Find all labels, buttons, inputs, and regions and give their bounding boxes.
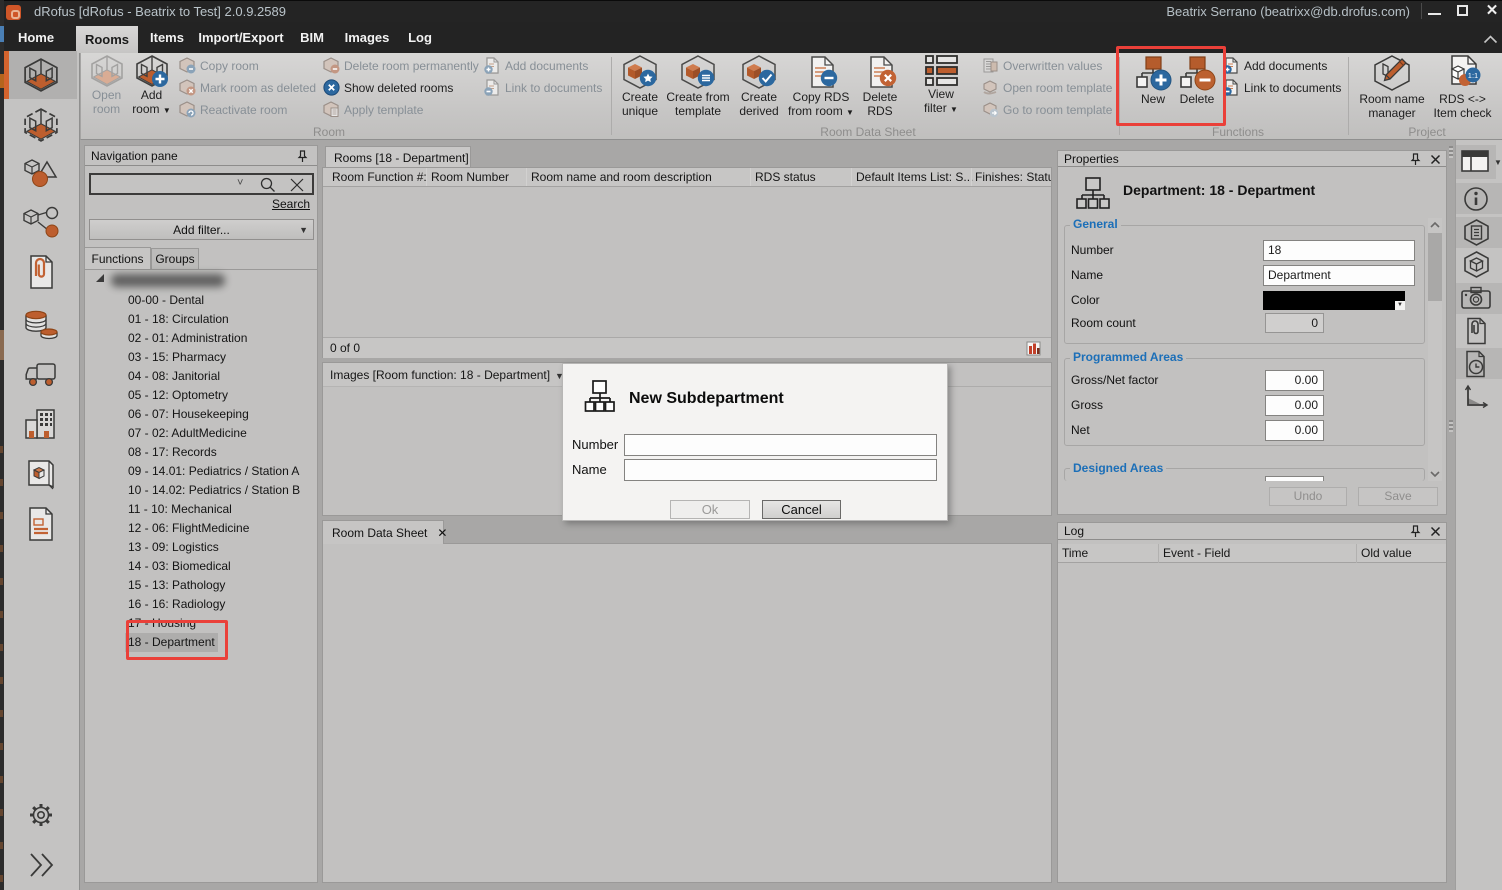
svg-text:1:1: 1:1 [1467, 71, 1477, 80]
